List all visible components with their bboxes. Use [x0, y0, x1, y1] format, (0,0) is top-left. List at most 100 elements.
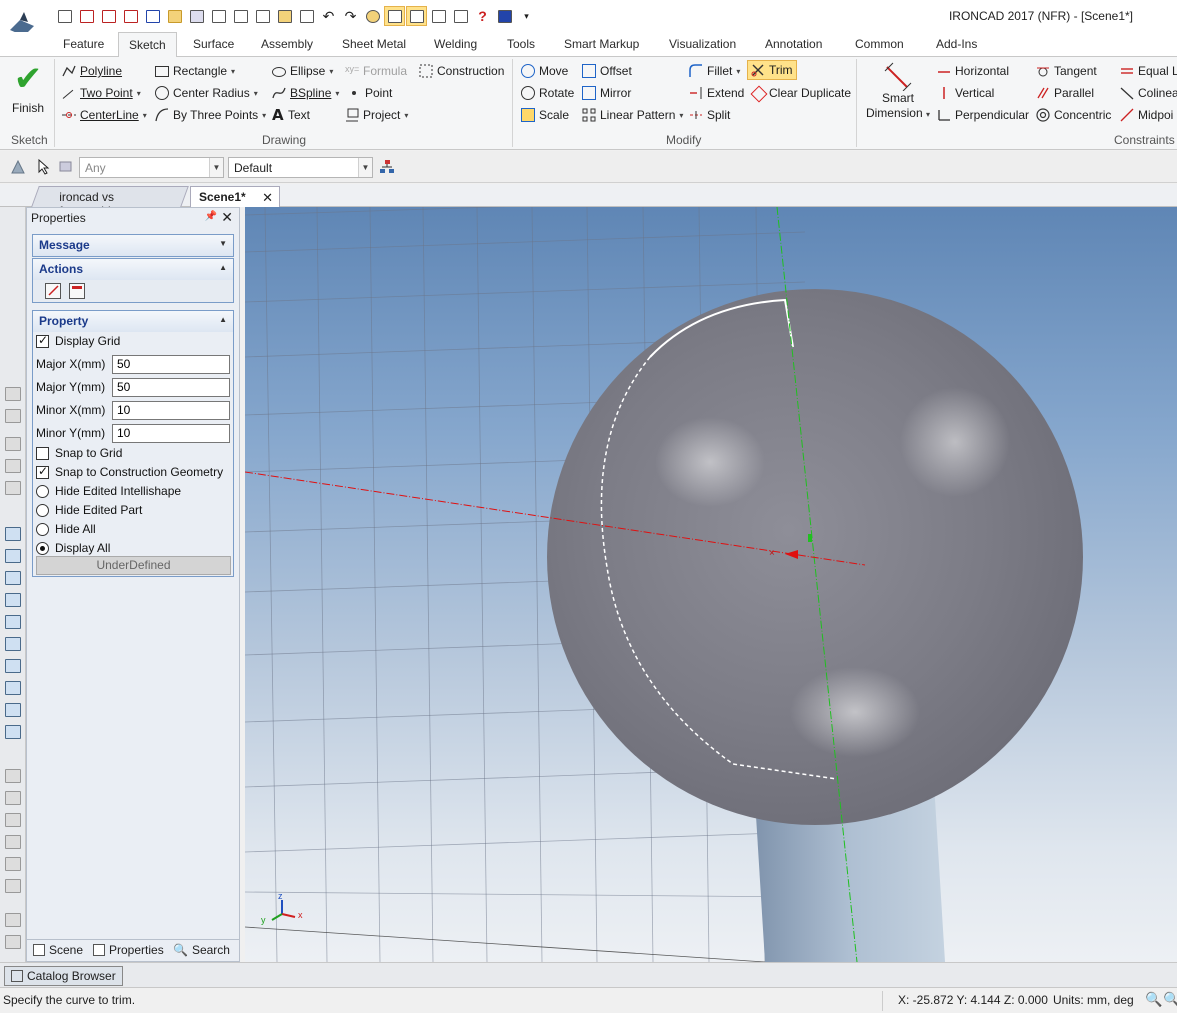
actions-section-header[interactable]: Actions ▲ — [33, 259, 233, 280]
sketch-properties-icon[interactable] — [69, 283, 85, 299]
snap-to-grid-checkbox[interactable]: Snap to Grid — [36, 443, 122, 463]
triball-icon[interactable] — [384, 6, 405, 26]
centerline-button[interactable]: CenterLine ▾ — [62, 105, 147, 125]
project-button[interactable]: Project ▾ — [345, 105, 408, 125]
layer-manager-icon[interactable] — [379, 159, 395, 175]
undo-icon[interactable]: ↶ — [318, 6, 339, 26]
view-tool-icon[interactable] — [5, 835, 21, 849]
normal-view-icon[interactable] — [5, 725, 21, 739]
formula-button[interactable]: xy= Formula — [345, 61, 407, 81]
major-x-field[interactable] — [112, 354, 230, 374]
pin-icon[interactable]: 📌 — [205, 211, 217, 222]
message-section-header[interactable]: Message ▼ — [33, 235, 233, 256]
view-tool-icon[interactable] — [5, 409, 21, 423]
cut-icon[interactable] — [230, 6, 251, 26]
center-radius-button[interactable]: Center Radius ▾ — [155, 83, 258, 103]
tab-visualization[interactable]: Visualization — [669, 37, 736, 51]
scene-canvas[interactable]: × z x y — [245, 207, 1177, 962]
search-tab[interactable]: 🔍 Search — [173, 943, 230, 957]
view-tool-icon[interactable] — [5, 935, 21, 949]
document-tab-active[interactable]: Scene1* ✕ — [190, 186, 280, 207]
mirror-button[interactable]: Mirror — [582, 83, 631, 103]
front-view-icon[interactable] — [5, 527, 21, 541]
save-icon[interactable] — [186, 6, 207, 26]
horizontal-constraint-button[interactable]: Horizontal — [937, 61, 1009, 81]
close-icon[interactable]: ✕ — [262, 190, 273, 206]
parallel-constraint-button[interactable]: Parallel — [1036, 83, 1094, 103]
zoom-icon[interactable]: 🔍 — [1145, 992, 1162, 1008]
import-icon[interactable] — [296, 6, 317, 26]
view-tool-icon[interactable] — [5, 459, 21, 473]
edit-sketch-icon[interactable] — [45, 283, 61, 299]
polyline-button[interactable]: Polyline — [62, 61, 122, 81]
concentric-constraint-button[interactable]: Concentric — [1036, 105, 1111, 125]
pointer-arrow-icon[interactable] — [36, 158, 52, 175]
rotate-button[interactable]: Rotate — [521, 83, 574, 103]
back-view-icon[interactable] — [5, 549, 21, 563]
view-tool-icon[interactable] — [5, 387, 21, 401]
iso-view-icon[interactable] — [5, 659, 21, 673]
tab-sheet-metal[interactable]: Sheet Metal — [342, 37, 406, 51]
ellipse-button[interactable]: Ellipse ▾ — [272, 61, 333, 81]
new-part-icon[interactable] — [98, 6, 119, 26]
help-icon[interactable]: ? — [472, 6, 493, 26]
two-point-button[interactable]: Two Point ▾ — [62, 83, 141, 103]
scene-tab[interactable]: Scene — [33, 943, 83, 957]
catalog-browser-button[interactable]: Catalog Browser — [4, 966, 123, 986]
select-parts-icon[interactable] — [10, 159, 26, 175]
hide-edited-intellishape-radio[interactable]: Hide Edited Intellishape — [36, 481, 181, 501]
construction-button[interactable]: Construction — [419, 61, 504, 81]
by-three-points-button[interactable]: By Three Points ▾ — [155, 105, 266, 125]
move-button[interactable]: Move — [521, 61, 568, 81]
view-tool-icon[interactable] — [5, 913, 21, 927]
top-view-icon[interactable] — [5, 615, 21, 629]
tab-common[interactable]: Common — [855, 37, 904, 51]
document-tab[interactable]: ironcad vs f...ssembly — [31, 186, 189, 218]
display-grid-checkbox[interactable]: Display Grid — [36, 331, 120, 351]
tab-assembly[interactable]: Assembly — [261, 37, 313, 51]
trimetric-view-icon[interactable] — [5, 703, 21, 717]
catalog-icon[interactable] — [450, 6, 471, 26]
customize-qat-icon[interactable]: ▾ — [516, 6, 537, 26]
smartsnap-icon[interactable] — [362, 6, 383, 26]
copy-icon[interactable] — [252, 6, 273, 26]
properties-tab[interactable]: Properties — [93, 943, 164, 957]
tab-tools[interactable]: Tools — [507, 37, 535, 51]
view-tool-icon[interactable] — [5, 857, 21, 871]
clear-duplicate-button[interactable]: Clear Duplicate — [751, 83, 851, 103]
split-button[interactable]: Split — [689, 105, 730, 125]
zoom-fit-icon[interactable]: 🔍 — [1163, 992, 1177, 1008]
tab-add-ins[interactable]: Add-Ins — [936, 37, 977, 51]
view-tool-icon[interactable] — [5, 481, 21, 495]
dimetric-view-icon[interactable] — [5, 681, 21, 695]
finish-button[interactable]: ✔ Finish — [8, 61, 48, 127]
hide-all-radio[interactable]: Hide All — [36, 519, 96, 539]
trim-button[interactable]: Trim — [747, 60, 797, 80]
extend-button[interactable]: Extend — [689, 83, 744, 103]
view-tool-icon[interactable] — [5, 879, 21, 893]
bottom-view-icon[interactable] — [5, 637, 21, 651]
fillet-button[interactable]: Fillet ▾ — [689, 61, 740, 81]
linear-pattern-button[interactable]: Linear Pattern ▾ — [582, 105, 683, 125]
midpoint-constraint-button[interactable]: Midpoi — [1120, 105, 1173, 125]
new-scene-icon[interactable] — [142, 6, 163, 26]
scale-button[interactable]: Scale — [521, 105, 569, 125]
rectangle-button[interactable]: Rectangle ▾ — [155, 61, 235, 81]
tab-surface[interactable]: Surface — [193, 37, 234, 51]
print-icon[interactable] — [208, 6, 229, 26]
right-view-icon[interactable] — [5, 593, 21, 607]
tab-feature[interactable]: Feature — [63, 37, 104, 51]
layer-select[interactable]: Default ▼ — [228, 157, 373, 178]
major-y-field[interactable] — [112, 377, 230, 397]
equal-length-constraint-button[interactable]: Equal L — [1120, 61, 1177, 81]
bspline-button[interactable]: BSpline ▾ — [272, 83, 339, 103]
minor-x-field[interactable] — [112, 400, 230, 420]
tab-sketch[interactable]: Sketch — [118, 32, 177, 58]
3d-viewport[interactable]: × z x y — [245, 207, 1177, 962]
select-faces-icon[interactable] — [58, 159, 74, 175]
snap-to-construction-checkbox[interactable]: Snap to Construction Geometry — [36, 462, 223, 482]
sketch-grid-icon[interactable] — [406, 6, 427, 26]
point-button[interactable]: Point — [347, 83, 392, 103]
close-icon[interactable]: ✕ — [221, 209, 233, 226]
display-all-radio[interactable]: Display All — [36, 538, 110, 558]
